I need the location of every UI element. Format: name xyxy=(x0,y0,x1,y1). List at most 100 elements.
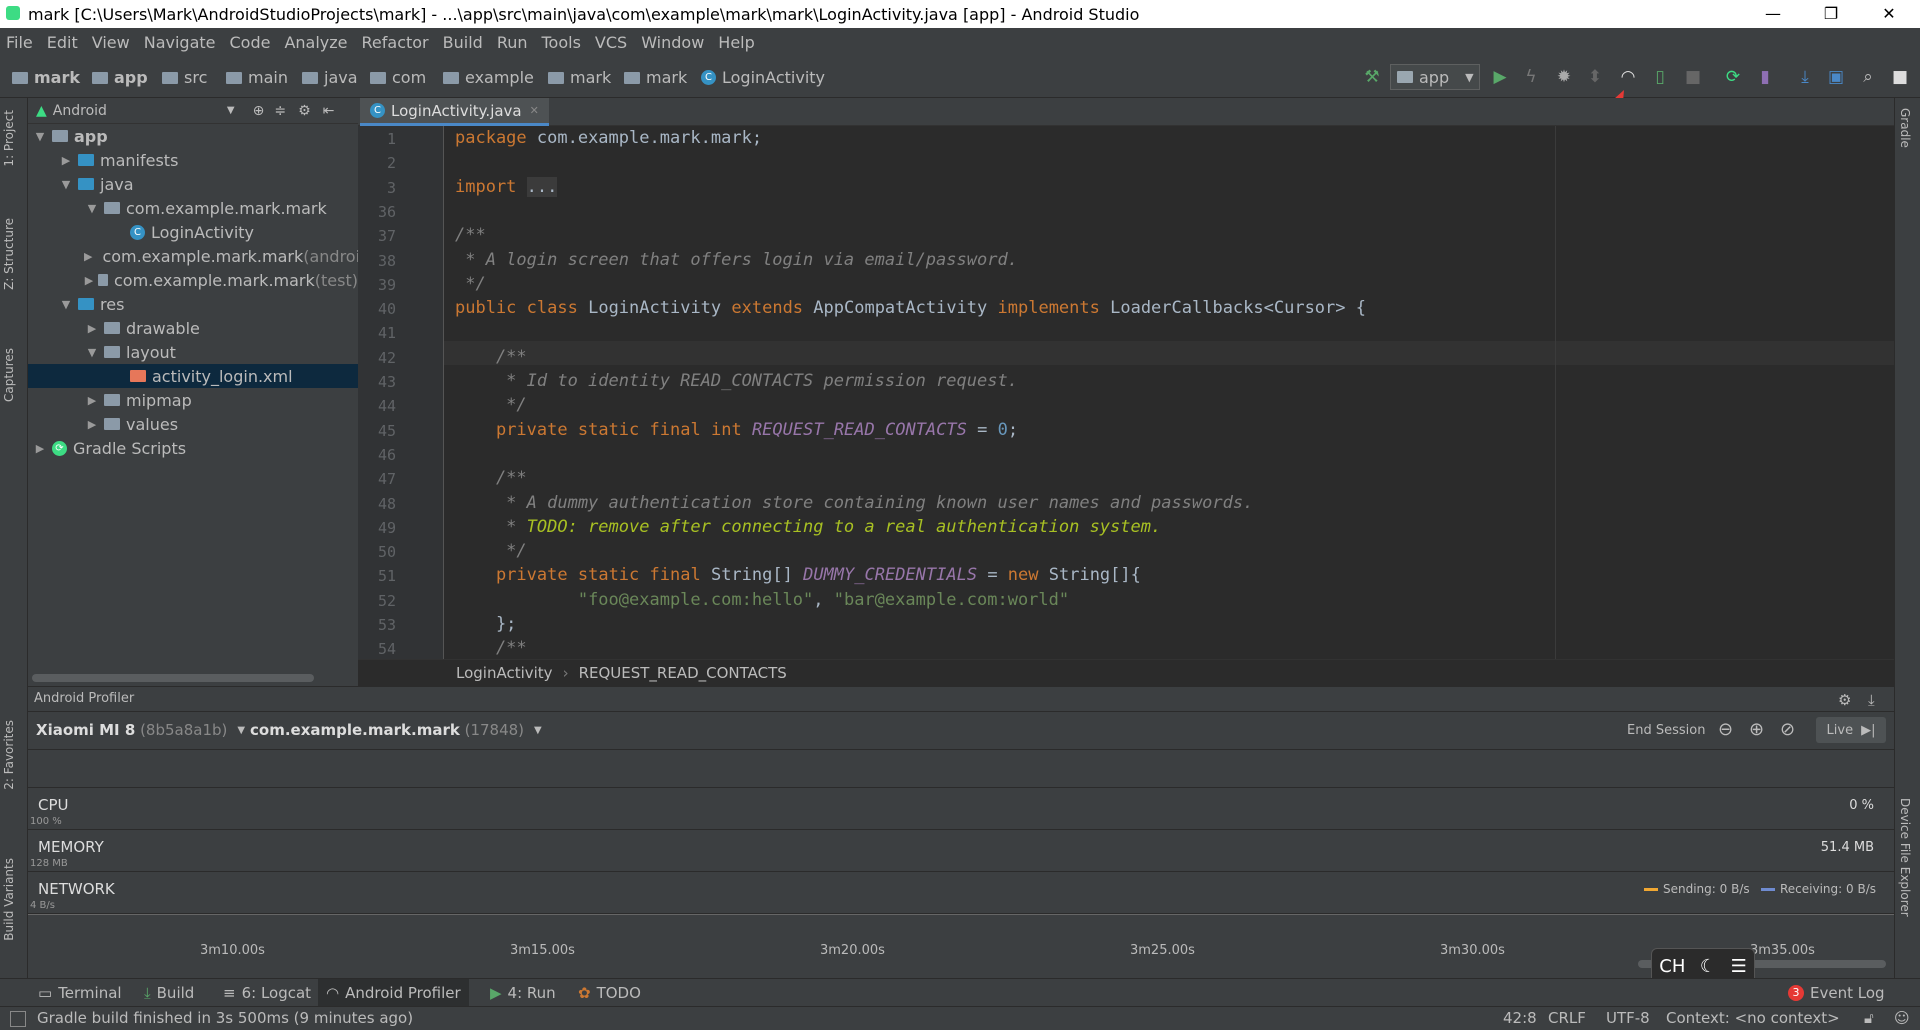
hide-panel-icon[interactable]: ⇤ xyxy=(323,103,335,119)
menu-file[interactable]: File xyxy=(6,33,33,52)
tree-item[interactable]: ▶ manifests xyxy=(28,148,358,172)
tree-item[interactable]: ▼ res xyxy=(28,292,358,316)
tree-item[interactable]: ▼ app xyxy=(28,124,358,148)
menu-view[interactable]: View xyxy=(92,33,130,52)
code-line[interactable]: }; xyxy=(455,614,516,634)
code-line[interactable]: */ xyxy=(455,541,526,561)
target-icon[interactable]: ⊕ xyxy=(253,103,265,119)
tree-item[interactable]: ▼ com.example.mark.mark xyxy=(28,196,358,220)
tab-android-profiler[interactable]: ◠ Android Profiler xyxy=(318,979,469,1007)
menu-analyze[interactable]: Analyze xyxy=(284,33,347,52)
tree-item[interactable]: C LoginActivity xyxy=(28,220,358,244)
tab-todo[interactable]: ✿ TODO xyxy=(570,979,649,1007)
close-tab-icon[interactable]: ✕ xyxy=(530,104,539,117)
context-indicator[interactable]: Context: <no context> xyxy=(1666,1009,1840,1027)
code-line[interactable]: /** xyxy=(455,225,486,245)
menu-tools[interactable]: Tools xyxy=(542,33,581,52)
collapsed-arrow-icon[interactable]: ▶ xyxy=(84,274,94,287)
collapsed-arrow-icon[interactable]: ▶ xyxy=(84,418,100,431)
breadcrumb-mark-pkg[interactable]: mark xyxy=(548,68,611,87)
live-button[interactable]: Live ▶| xyxy=(1816,717,1886,743)
tab-gradle[interactable]: Gradle xyxy=(1898,108,1912,148)
collapsed-arrow-icon[interactable]: ▶ xyxy=(84,394,100,407)
tree-item[interactable]: ▶ ⟳ Gradle Scripts xyxy=(28,436,358,460)
cpu-row[interactable]: CPU 100 % 0 % xyxy=(28,787,1894,829)
code-line[interactable]: import ... xyxy=(455,176,558,197)
tab-device-file-explorer[interactable]: Device File Explorer xyxy=(1898,798,1912,917)
code-line[interactable]: "foo@example.com:hello", "bar@example.co… xyxy=(455,590,1069,610)
expanded-arrow-icon[interactable]: ▼ xyxy=(58,298,74,311)
moon-icon[interactable]: ☾ xyxy=(1700,956,1716,977)
tree-item[interactable]: activity_login.xml xyxy=(28,364,358,388)
breadcrumb-app[interactable]: app xyxy=(92,68,148,87)
code-line[interactable]: package com.example.mark.mark; xyxy=(455,128,762,148)
breadcrumb-loginactivity[interactable]: C LoginActivity xyxy=(701,68,825,87)
close-button[interactable]: ✕ xyxy=(1860,0,1918,28)
minimize-button[interactable]: — xyxy=(1744,0,1802,28)
tree-item[interactable]: ▶ com.example.mark.mark (androi xyxy=(28,244,358,268)
editor-tab-loginactivity[interactable]: C LoginActivity.java ✕ xyxy=(360,98,549,126)
file-encoding[interactable]: UTF-8 xyxy=(1606,1009,1650,1027)
tree-item[interactable]: ▶ mipmap xyxy=(28,388,358,412)
event-log-button[interactable]: 3 Event Log xyxy=(1780,979,1893,1007)
chevron-down-icon[interactable]: ▼ xyxy=(227,105,235,116)
minimize-panel-icon[interactable]: ⤓ xyxy=(1868,691,1875,709)
sync-gradle-icon[interactable]: ⟳ xyxy=(1723,67,1743,87)
tab-project[interactable]: 1: Project xyxy=(2,110,16,167)
tab-build-variants[interactable]: Build Variants xyxy=(2,858,16,941)
run-icon[interactable]: ▶ xyxy=(1490,67,1510,87)
code-line[interactable]: * Id to identity READ_CONTACTS permissio… xyxy=(455,371,1018,391)
attach-debugger-icon[interactable]: ⬍ xyxy=(1585,67,1605,87)
user-avatar-icon[interactable]: ■ xyxy=(1890,67,1910,87)
breadcrumb-mark[interactable]: mark xyxy=(12,68,80,87)
menu-icon[interactable]: ☰ xyxy=(1731,956,1747,977)
collapsed-arrow-icon[interactable]: ▶ xyxy=(32,442,48,455)
breadcrumb-class[interactable]: LoginActivity xyxy=(456,664,553,682)
device-selector[interactable]: Xiaomi MI 8 (8b5a8a1b) ▼ xyxy=(36,721,245,739)
menu-window[interactable]: Window xyxy=(641,33,704,52)
stop-icon[interactable]: ■ xyxy=(1683,67,1703,87)
code-line[interactable]: private static final int REQUEST_READ_CO… xyxy=(455,420,1018,440)
sdk-manager-icon[interactable]: ⤓ xyxy=(1795,67,1815,87)
collapsed-arrow-icon[interactable]: ▶ xyxy=(84,250,92,263)
breadcrumb-field[interactable]: REQUEST_READ_CONTACTS xyxy=(579,664,787,682)
breadcrumb-com[interactable]: com xyxy=(370,68,426,87)
search-icon[interactable]: ⌕ xyxy=(1858,67,1878,87)
code-line[interactable]: public class LoginActivity extends AppCo… xyxy=(455,298,1366,318)
inspector-icon[interactable]: ☺ xyxy=(1894,1009,1910,1027)
tab-run[interactable]: ▶ 4: Run xyxy=(482,979,564,1007)
menu-help[interactable]: Help xyxy=(718,33,754,52)
network-row[interactable]: NETWORK 4 B/s Sending: 0 B/s Receiving: … xyxy=(28,871,1894,913)
make-project-hammer-icon[interactable]: ⚒ xyxy=(1362,67,1382,87)
restore-button[interactable]: ❐ xyxy=(1802,0,1860,28)
menu-edit[interactable]: Edit xyxy=(47,33,78,52)
menu-run[interactable]: Run xyxy=(497,33,528,52)
expanded-arrow-icon[interactable]: ▼ xyxy=(84,346,100,359)
code-line[interactable]: */ xyxy=(455,395,526,415)
gear-icon[interactable]: ⚙ xyxy=(1838,691,1851,709)
menu-build[interactable]: Build xyxy=(443,33,483,52)
debug-icon[interactable]: ✹ xyxy=(1554,67,1574,87)
device-manager-icon[interactable]: ▯ xyxy=(1650,67,1670,87)
horizontal-scrollbar[interactable] xyxy=(32,674,314,682)
code-editor[interactable]: package com.example.mark.mark; import ...… xyxy=(444,126,1894,659)
collapsed-arrow-icon[interactable]: ▶ xyxy=(84,322,100,335)
code-line[interactable]: /** xyxy=(455,468,527,488)
memory-row[interactable]: MEMORY 128 MB 51.4 MB xyxy=(28,829,1894,871)
tab-structure[interactable]: Z: Structure xyxy=(2,218,16,290)
collapse-all-icon[interactable]: ≑ xyxy=(274,103,286,119)
code-line[interactable]: * A login screen that offers login via e… xyxy=(455,250,1018,270)
menu-code[interactable]: Code xyxy=(230,33,271,52)
line-separator[interactable]: CRLF xyxy=(1548,1009,1586,1027)
code-line[interactable]: * A dummy authentication store containin… xyxy=(455,493,1253,513)
breadcrumb-src[interactable]: src xyxy=(162,68,207,87)
tab-terminal[interactable]: ▭ Terminal xyxy=(30,979,130,1007)
collapsed-arrow-icon[interactable]: ▶ xyxy=(58,154,74,167)
menu-navigate[interactable]: Navigate xyxy=(144,33,216,52)
expanded-arrow-icon[interactable]: ▼ xyxy=(84,202,100,215)
expanded-arrow-icon[interactable]: ▼ xyxy=(58,178,74,191)
project-structure-icon[interactable]: ▣ xyxy=(1826,67,1846,87)
menu-refactor[interactable]: Refactor xyxy=(362,33,429,52)
avd-manager-icon[interactable]: ▮ xyxy=(1755,67,1775,87)
breadcrumb-mark-subpkg[interactable]: mark xyxy=(624,68,687,87)
